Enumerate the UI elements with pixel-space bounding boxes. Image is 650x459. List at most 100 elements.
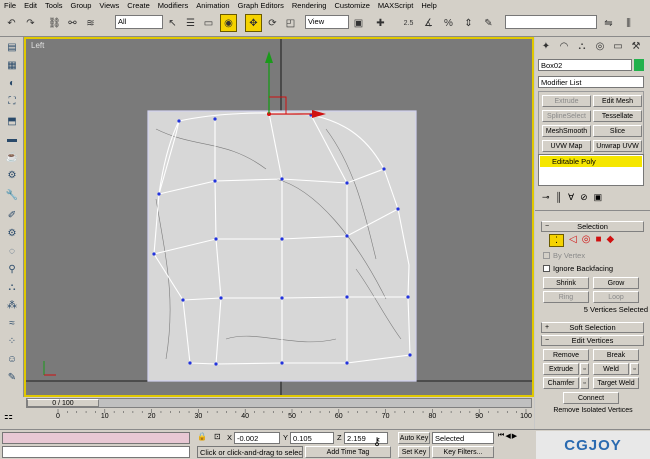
utilities-tab-icon[interactable]: ⚒ bbox=[628, 39, 644, 54]
render-icon[interactable]: ⚙ bbox=[3, 167, 21, 184]
set-key-button[interactable]: Set Key bbox=[398, 446, 430, 458]
display-tab-icon[interactable]: ▭ bbox=[610, 39, 626, 54]
maxscript-output[interactable] bbox=[2, 446, 190, 458]
pin-icon[interactable]: ⚲ bbox=[3, 261, 21, 278]
absolute-mode-icon[interactable]: ⊡ bbox=[214, 432, 221, 441]
mirror-icon[interactable]: ⇋ bbox=[600, 14, 617, 32]
undo-icon[interactable]: ↶ bbox=[3, 14, 20, 32]
menu-file[interactable]: File bbox=[0, 1, 20, 10]
soft-selection-rollout[interactable]: + Soft Selection bbox=[541, 322, 644, 333]
menu-modifiers[interactable]: Modifiers bbox=[154, 1, 192, 10]
mod-slice-button[interactable]: Slice bbox=[593, 125, 642, 137]
configure-sets-icon[interactable]: ▣ bbox=[594, 192, 603, 206]
time-slider-thumb[interactable]: 0 / 100 bbox=[27, 399, 99, 407]
z-coordinate-field[interactable]: 2.159 bbox=[344, 432, 388, 444]
element-mode-icon[interactable]: ◆ bbox=[606, 234, 614, 248]
ignore-backfacing-checkbox[interactable]: Ignore Backfacing bbox=[543, 264, 613, 273]
create-tab-icon[interactable]: ✦ bbox=[538, 39, 554, 54]
lasso-icon[interactable]: ◌ bbox=[3, 243, 21, 260]
selection-rollout[interactable]: − Selection bbox=[541, 221, 644, 232]
select-scale-icon[interactable]: ◰ bbox=[282, 14, 299, 32]
window-crossing-icon[interactable]: ◉ bbox=[220, 14, 237, 32]
key-icon[interactable]: ⚷ bbox=[373, 435, 381, 448]
mod-uvw-map-button[interactable]: UVW Map bbox=[542, 140, 591, 152]
align-icon[interactable]: ⫼ bbox=[620, 14, 637, 32]
extrude-button[interactable]: Extrude bbox=[543, 363, 579, 375]
select-rotate-icon[interactable]: ⟳ bbox=[264, 14, 281, 32]
spinner-snap-icon[interactable]: ⇕ bbox=[460, 14, 477, 32]
link-icon[interactable]: ⛓ bbox=[46, 14, 63, 32]
shrink-button[interactable]: Shrink bbox=[543, 277, 589, 289]
motion-tab-icon[interactable]: ◎ bbox=[592, 39, 608, 54]
pivot-center-icon[interactable]: ▣ bbox=[350, 14, 367, 32]
play-icon[interactable]: ▶ bbox=[512, 432, 517, 458]
modifier-list-dropdown[interactable]: Modifier List bbox=[538, 76, 644, 88]
particles-icon[interactable]: ⁘ bbox=[3, 333, 21, 350]
menu-graph-editors[interactable]: Graph Editors bbox=[234, 1, 288, 10]
object-name-field[interactable]: Box02 bbox=[538, 59, 632, 71]
selection-filter-dropdown[interactable]: All bbox=[115, 15, 163, 29]
select-by-name-icon[interactable]: ☰ bbox=[182, 14, 199, 32]
ring-button[interactable]: Ring bbox=[543, 291, 589, 303]
menu-edit[interactable]: Edit bbox=[20, 1, 41, 10]
pin-stack-icon[interactable]: ⊸ bbox=[542, 192, 550, 206]
select-move-icon[interactable]: ✥ bbox=[245, 14, 262, 32]
auto-key-button[interactable]: Auto Key bbox=[398, 432, 430, 444]
loop-button[interactable]: Loop bbox=[593, 291, 639, 303]
edit-named-selection-icon[interactable]: ✎ bbox=[480, 14, 497, 32]
tool-icon[interactable]: 🔧 bbox=[3, 187, 21, 204]
render-setup-icon[interactable]: ▬ bbox=[3, 131, 21, 148]
mod-splineselect-button[interactable]: SplineSelect bbox=[542, 110, 591, 122]
connect-button[interactable]: Connect bbox=[563, 392, 619, 404]
schematic-icon[interactable]: ⛶ bbox=[3, 93, 21, 110]
layers-manager-icon[interactable]: ▦ bbox=[3, 57, 21, 74]
stack-item-editable-poly[interactable]: Editable Poly bbox=[540, 156, 642, 167]
menu-views[interactable]: Views bbox=[95, 1, 123, 10]
show-end-result-icon[interactable]: ║ bbox=[556, 192, 562, 206]
grow-button[interactable]: Grow bbox=[593, 277, 639, 289]
gear-icon[interactable]: ⚙ bbox=[3, 225, 21, 242]
figure-icon[interactable]: ☺ bbox=[3, 351, 21, 368]
modify-tab-icon[interactable]: ◠ bbox=[556, 39, 572, 54]
by-vertex-checkbox[interactable]: By Vertex bbox=[543, 251, 585, 260]
percent-snap-icon[interactable]: % bbox=[440, 14, 457, 32]
y-coordinate-field[interactable]: 0.105 bbox=[290, 432, 334, 444]
viewport-left[interactable]: Left bbox=[24, 37, 534, 397]
break-button[interactable]: Break bbox=[593, 349, 639, 361]
teapot-icon[interactable]: ☕ bbox=[3, 149, 21, 166]
select-manipulate-icon[interactable]: ✚ bbox=[372, 14, 389, 32]
object-color-swatch[interactable] bbox=[634, 59, 644, 71]
curve-editor-icon[interactable]: ◐ bbox=[3, 75, 21, 92]
key-mode-dropdown[interactable]: Selected bbox=[432, 432, 494, 444]
vertex-mode-icon[interactable]: ⁚ bbox=[549, 234, 564, 247]
polygon-mode-icon[interactable]: ■ bbox=[595, 234, 601, 248]
time-slider-track[interactable]: 0 / 100 bbox=[26, 398, 532, 408]
x-coordinate-field[interactable]: -0.002 bbox=[234, 432, 280, 444]
menu-help[interactable]: Help bbox=[417, 1, 440, 10]
chamfer-settings-icon[interactable]: ▫ bbox=[580, 377, 589, 389]
maxscript-listener[interactable] bbox=[2, 432, 190, 444]
mod-meshsmooth-button[interactable]: MeshSmooth bbox=[542, 125, 591, 137]
chamfer-button[interactable]: Chamfer bbox=[543, 377, 579, 389]
menu-maxscript[interactable]: MAXScript bbox=[374, 1, 417, 10]
mod-edit-mesh-button[interactable]: Edit Mesh bbox=[593, 95, 642, 107]
layer-icon[interactable]: ▤ bbox=[3, 39, 21, 56]
remove-isolated-vertices-button[interactable]: Remove Isolated Vertices bbox=[543, 407, 643, 414]
hierarchy-icon[interactable]: ⛬ bbox=[3, 279, 21, 296]
bone-icon[interactable]: ✎ bbox=[3, 369, 21, 386]
bind-space-warp-icon[interactable]: ≋ bbox=[82, 14, 99, 32]
weld-settings-icon[interactable]: ▫ bbox=[630, 363, 639, 375]
remove-button[interactable]: Remove bbox=[543, 349, 589, 361]
make-unique-icon[interactable]: ∀ bbox=[568, 192, 574, 206]
menu-create[interactable]: Create bbox=[123, 1, 154, 10]
menu-rendering[interactable]: Rendering bbox=[288, 1, 331, 10]
redo-icon[interactable]: ↷ bbox=[22, 14, 39, 32]
mod-tessellate-button[interactable]: Tessellate bbox=[593, 110, 642, 122]
reference-coordinate-dropdown[interactable]: View bbox=[305, 15, 349, 29]
edge-mode-icon[interactable]: ◁ bbox=[569, 234, 577, 248]
key-filters-button[interactable]: Key Filters... bbox=[432, 446, 494, 458]
menu-customize[interactable]: Customize bbox=[330, 1, 373, 10]
scatter-icon[interactable]: ⁂ bbox=[3, 297, 21, 314]
previous-frame-icon[interactable]: ◀ bbox=[505, 432, 510, 458]
menu-tools[interactable]: Tools bbox=[41, 1, 67, 10]
